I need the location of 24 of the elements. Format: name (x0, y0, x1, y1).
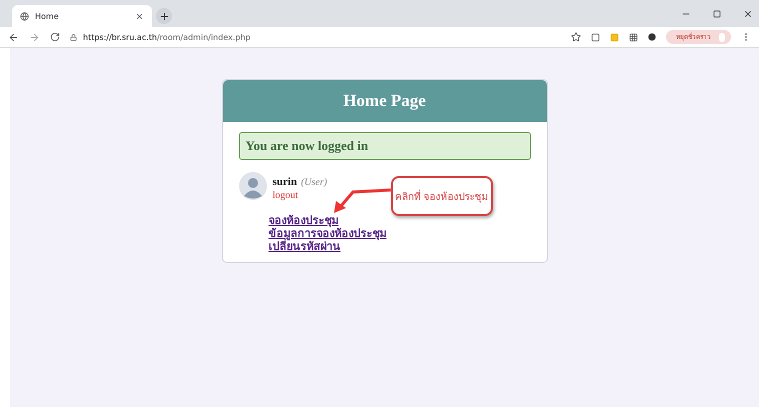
success-alert: You are now logged in (238, 132, 530, 160)
menu-link[interactable]: จองห้องประชุม (268, 215, 338, 228)
plus-icon (158, 10, 170, 22)
lock-icon (70, 34, 77, 40)
new-tab-button[interactable] (156, 8, 172, 24)
extension-icon[interactable] (591, 32, 600, 42)
record-icon[interactable] (648, 33, 656, 41)
back-icon[interactable] (8, 32, 19, 42)
user-name: surin (User) (272, 175, 328, 190)
star-icon[interactable] (571, 32, 581, 42)
restore-icon[interactable] (713, 10, 721, 18)
url-text[interactable]: https://br.sru.ac.th/room/admin/index.php (83, 32, 250, 42)
avatar-icon (238, 172, 266, 200)
close-icon[interactable] (743, 8, 753, 18)
qr-code-icon[interactable] (629, 32, 638, 42)
tab-title: Home (35, 12, 60, 20)
reload-icon[interactable] (50, 32, 60, 42)
logout-link[interactable]: logout (272, 190, 328, 201)
card-title: Home Page (343, 91, 426, 111)
globe-icon (20, 12, 29, 20)
menu-link[interactable]: ข้อมูลการจองห้องประชุม (268, 228, 386, 241)
close-icon[interactable] (135, 12, 144, 20)
browser-tab[interactable]: Home (12, 5, 152, 27)
callout-text: คลิกที่ จองห้องประชุม (394, 188, 488, 204)
